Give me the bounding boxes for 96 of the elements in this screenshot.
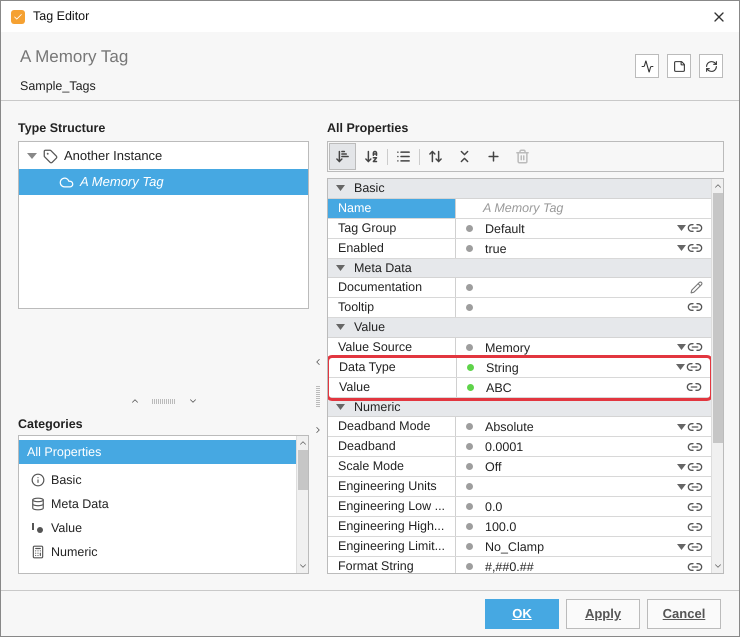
- category-item[interactable]: Value: [19, 516, 296, 540]
- category-item[interactable]: Basic: [19, 468, 296, 492]
- section-title: All Properties: [327, 120, 410, 137]
- pulse-icon: [640, 60, 654, 72]
- scrollbar[interactable]: [711, 179, 723, 573]
- property-row[interactable]: Tag Group Default: [328, 218, 711, 238]
- sort-icon: [335, 149, 350, 164]
- property-row[interactable]: Engineering Limit... No_Clamp: [328, 537, 711, 557]
- note-button[interactable]: [667, 54, 691, 78]
- info-icon: [31, 473, 45, 487]
- group-header[interactable]: Meta Data: [328, 258, 711, 278]
- property-row[interactable]: Scale Mode Off: [328, 457, 711, 478]
- sort-button[interactable]: [329, 143, 356, 170]
- property-value[interactable]: No_Clamp: [485, 538, 544, 557]
- property-row[interactable]: Data Type String: [329, 358, 710, 378]
- group-label: Numeric: [354, 398, 401, 416]
- dropdown-arrow-icon[interactable]: [677, 484, 686, 490]
- property-value[interactable]: Memory: [485, 338, 530, 358]
- property-value[interactable]: Absolute: [485, 418, 534, 438]
- group-label: Meta Data: [354, 260, 412, 276]
- property-value[interactable]: #,##0.##: [485, 558, 534, 573]
- app-logo-icon: [11, 10, 25, 24]
- trash-icon: [515, 149, 530, 164]
- property-name[interactable]: Engineering Low ...: [328, 497, 456, 516]
- plus-icon: [486, 149, 501, 164]
- property-row[interactable]: Engineering High... 100.0: [328, 517, 711, 537]
- scrollbar-thumb[interactable]: [298, 450, 308, 490]
- property-row[interactable]: Deadband 0.0001: [328, 437, 711, 458]
- property-name[interactable]: Engineering High...: [328, 517, 456, 536]
- dropdown-arrow-icon[interactable]: [677, 424, 686, 430]
- pencil-icon[interactable]: [690, 281, 703, 294]
- section-title: Categories: [18, 416, 84, 433]
- property-name[interactable]: Engineering Limit...: [328, 537, 456, 556]
- category-item[interactable]: Numeric: [19, 540, 296, 564]
- section-title: Type Structure: [18, 120, 106, 137]
- expanded-triangle-icon[interactable]: [336, 185, 345, 192]
- dropdown-arrow-icon[interactable]: [677, 464, 686, 470]
- list-icon: [396, 149, 411, 164]
- category-item[interactable]: Meta Data: [19, 492, 296, 516]
- group-header[interactable]: Basic: [328, 179, 711, 199]
- dropdown-arrow-icon[interactable]: [677, 544, 686, 550]
- property-value[interactable]: ABC: [486, 378, 512, 398]
- dropdown-arrow-icon[interactable]: [676, 364, 685, 370]
- property-name[interactable]: Deadband Mode: [328, 417, 456, 436]
- property-name[interactable]: Tooltip: [328, 298, 456, 317]
- window-title: Tag Editor: [33, 8, 90, 26]
- splitter-grip-icon[interactable]: [152, 398, 176, 404]
- scrollbar-thumb[interactable]: [712, 193, 722, 443]
- property-row[interactable]: Documentation: [328, 278, 711, 298]
- dropdown-arrow-icon[interactable]: [677, 344, 686, 350]
- property-row[interactable]: Deadband Mode Absolute: [328, 417, 711, 438]
- splitter-grip-icon[interactable]: [316, 384, 320, 406]
- property-name[interactable]: Value Source: [328, 338, 456, 356]
- property-name[interactable]: Deadband: [328, 437, 456, 456]
- property-value[interactable]: 100.0: [485, 518, 516, 537]
- dropdown-arrow-icon[interactable]: [677, 225, 686, 231]
- property-value[interactable]: 0.0001: [485, 438, 524, 458]
- scrollbar[interactable]: [296, 436, 308, 573]
- expanded-triangle-icon[interactable]: [336, 264, 345, 271]
- note-icon: [672, 60, 686, 72]
- property-name[interactable]: Tag Group: [328, 218, 456, 238]
- expanded-triangle-icon[interactable]: [27, 153, 37, 159]
- diagnostics-button[interactable]: [635, 54, 659, 78]
- property-name[interactable]: Scale Mode: [328, 457, 456, 476]
- tag-path: Sample_Tags: [20, 78, 97, 95]
- property-value[interactable]: 0.0: [485, 498, 502, 517]
- dropdown-arrow-icon[interactable]: [677, 245, 686, 251]
- property-value[interactable]: String: [486, 358, 519, 378]
- property-name[interactable]: Enabled: [328, 238, 456, 258]
- tag-title: A Memory Tag: [20, 46, 128, 68]
- calculator-icon: [31, 545, 45, 559]
- tree-item[interactable]: Another Instance: [19, 143, 308, 169]
- group-label: Value: [354, 318, 386, 336]
- sort-alpha-icon: [364, 149, 379, 164]
- property-row[interactable]: Value ABC: [329, 378, 710, 398]
- property-name[interactable]: Format String: [328, 557, 456, 573]
- group-header[interactable]: Value: [328, 318, 711, 338]
- property-row[interactable]: Engineering Low ... 0.0: [328, 497, 711, 517]
- property-row[interactable]: Engineering Units: [328, 477, 711, 497]
- expand-icon: [428, 149, 443, 164]
- property-name[interactable]: Documentation: [328, 278, 456, 297]
- expanded-triangle-icon[interactable]: [336, 404, 345, 410]
- expanded-triangle-icon[interactable]: [336, 324, 345, 330]
- property-name[interactable]: Engineering Units: [328, 477, 456, 496]
- group-label: Basic: [354, 180, 385, 197]
- dialog-button[interactable]: Apply: [566, 598, 640, 628]
- property-name[interactable]: Data Type: [329, 358, 457, 376]
- database-icon: [31, 497, 45, 511]
- refresh-button[interactable]: [699, 54, 723, 78]
- property-value[interactable]: true: [485, 240, 507, 258]
- tag-icon: [43, 148, 58, 164]
- property-value[interactable]: Off: [485, 458, 502, 478]
- refresh-icon: [704, 60, 718, 72]
- property-name[interactable]: Value: [329, 378, 457, 396]
- dialog-button[interactable]: Cancel: [647, 598, 721, 628]
- property-value[interactable]: Default: [485, 220, 525, 238]
